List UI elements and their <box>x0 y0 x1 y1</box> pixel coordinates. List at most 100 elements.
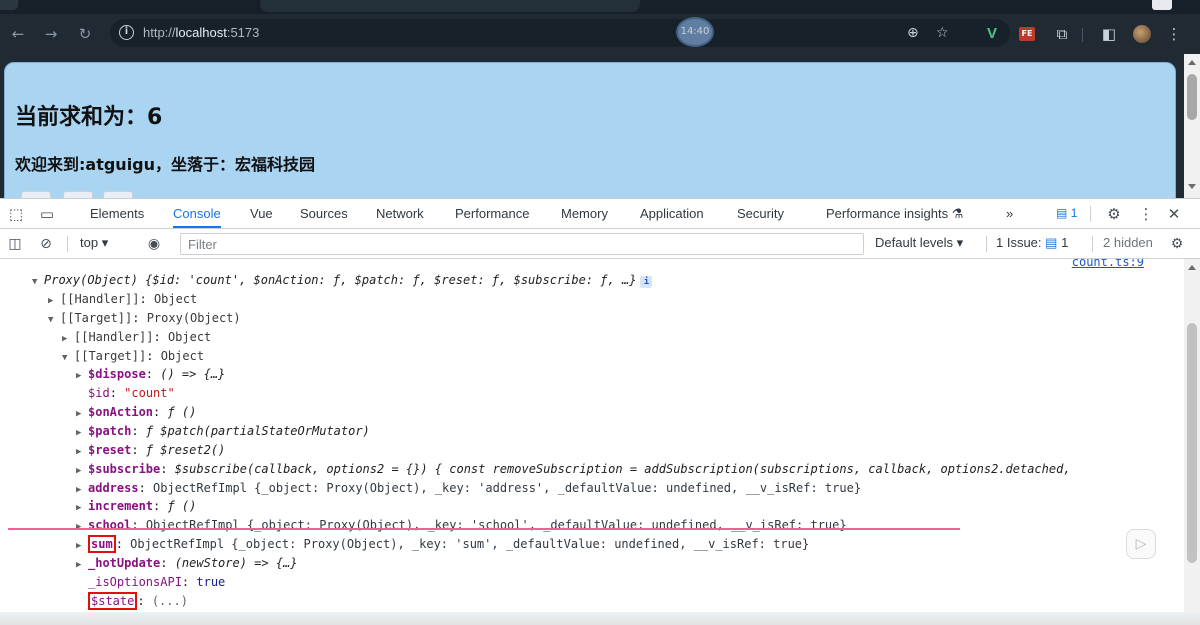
property-value: (newStore) => {…} <box>174 555 298 570</box>
tab-strip <box>0 0 1200 14</box>
context-selector[interactable]: top ▾ <box>80 235 108 251</box>
device-toolbar-icon[interactable]: ▭ <box>37 204 57 224</box>
screen: ← → ↻ i http://localhost:5173 ⊕ ☆ 14:40 … <box>0 0 1200 625</box>
tree-row[interactable]: ▶ _hotUpdate: (newStore) => {…} <box>76 554 298 572</box>
expand-triangle-icon[interactable]: ▶ <box>76 443 88 461</box>
bookmark-star-icon[interactable]: ☆ <box>936 25 949 41</box>
tree-row[interactable]: ▶ $onAction: ƒ () <box>76 403 196 421</box>
expand-triangle-icon[interactable]: ▶ <box>76 481 88 499</box>
issue-icon: ▤ <box>1045 235 1058 250</box>
browser-menu-icon[interactable]: ⋮ <box>1164 25 1184 43</box>
tab-memory[interactable]: Memory <box>561 199 608 228</box>
message-icon: ▤ <box>1056 206 1068 220</box>
expand-triangle-icon[interactable]: ▶ <box>76 537 88 555</box>
close-icon[interactable]: ✕ <box>1164 204 1184 224</box>
forward-icon[interactable]: → <box>41 24 61 44</box>
tree-row[interactable]: ▶ $patch: ƒ $patch(partialStateOrMutator) <box>76 422 370 440</box>
expand-triangle-icon[interactable]: ▶ <box>76 405 88 423</box>
source-link[interactable]: count.ts:9 <box>1072 259 1144 269</box>
window-menu-icon[interactable] <box>1152 0 1172 10</box>
property-separator: : <box>153 499 168 514</box>
property-key: _hotUpdate <box>88 555 161 570</box>
profile-avatar[interactable] <box>1133 25 1151 43</box>
active-tab[interactable] <box>260 0 640 12</box>
toolbar-divider <box>1082 28 1083 42</box>
video-play-icon[interactable]: ▷ <box>1126 529 1156 559</box>
tab-performance-insights[interactable]: Performance insights ⚗ <box>826 199 963 228</box>
tree-row[interactable]: ▶ [[Handler]]: Object <box>48 290 197 308</box>
tree-row[interactable]: $id: "count" <box>76 384 175 402</box>
side-panel-icon[interactable]: ◧ <box>1099 25 1119 43</box>
more-tabs-icon[interactable]: » <box>1006 199 1013 228</box>
console-settings-gear-icon[interactable]: ⚙ <box>1168 235 1186 253</box>
tab-performance[interactable]: Performance <box>455 199 529 228</box>
console-output[interactable]: count.ts:9 ▼ Proxy(Object) {$id: 'count',… <box>0 259 1184 625</box>
tree-row[interactable]: ▶ $reset: ƒ $reset2() <box>76 441 225 459</box>
scroll-up-arrow[interactable] <box>1188 265 1196 270</box>
tab-security[interactable]: Security <box>737 199 784 228</box>
tree-row[interactable]: $state: (...) <box>76 591 188 610</box>
chevron-down-icon: ▾ <box>101 235 109 250</box>
expand-triangle-icon[interactable]: ▶ <box>76 556 88 574</box>
log-levels-dropdown[interactable]: Default levels ▾ <box>875 235 963 251</box>
tab-search-button[interactable] <box>0 0 18 10</box>
vue-devtools-extension-icon[interactable]: V <box>982 25 1002 43</box>
inspect-element-icon[interactable]: ⬚ <box>6 204 26 224</box>
property-value: ObjectRefImpl {_object: Proxy(Object), _… <box>145 518 847 533</box>
tab-application[interactable]: Application <box>640 199 704 228</box>
tree-row[interactable]: ▶ $subscribe: $subscribe(callback, option… <box>76 460 1071 478</box>
property-key: sum <box>88 535 116 554</box>
messages-badge[interactable]: ▤ 1 <box>1056 206 1077 220</box>
expand-triangle-icon[interactable]: ▶ <box>62 330 74 348</box>
expand-triangle-icon[interactable]: ▶ <box>76 499 88 517</box>
expand-triangle-icon[interactable]: ▶ <box>76 424 88 442</box>
hidden-messages-count: 2 hidden <box>1103 235 1153 250</box>
sidebar-toggle-icon[interactable]: ◫ <box>6 235 24 253</box>
reload-icon[interactable]: ↻ <box>75 24 95 44</box>
collapse-triangle-icon[interactable]: ▼ <box>62 349 74 367</box>
expand-triangle-icon[interactable]: ▶ <box>76 367 88 385</box>
tab-sources[interactable]: Sources <box>300 199 348 228</box>
url-text[interactable]: http://localhost:5173 <box>143 25 259 40</box>
zoom-icon[interactable]: ⊕ <box>907 25 919 41</box>
scroll-down-arrow[interactable] <box>1188 184 1196 189</box>
tab-vue[interactable]: Vue <box>250 199 273 228</box>
expand-triangle-icon[interactable]: ▶ <box>76 462 88 480</box>
site-info-icon[interactable]: i <box>119 25 134 40</box>
tree-row[interactable]: ▶ $dispose: () => {…} <box>76 365 225 383</box>
back-icon[interactable]: ← <box>8 24 28 44</box>
scroll-thumb[interactable] <box>1187 323 1197 563</box>
extensions-puzzle-icon[interactable]: ⧉ <box>1052 25 1072 43</box>
tree-row[interactable]: ▶ [[Handler]]: Object <box>62 328 211 346</box>
chevron-down-icon: ▾ <box>956 235 964 250</box>
tree-row[interactable]: ▶ address: ObjectRefImpl {_object: Proxy(… <box>76 479 861 497</box>
tab-network[interactable]: Network <box>376 199 424 228</box>
tree-row[interactable]: ▼ [[Target]]: Object <box>62 347 204 365</box>
clear-console-icon[interactable]: ⊘ <box>37 235 55 253</box>
issues-counter[interactable]: 1 Issue: ▤ 1 <box>996 235 1068 251</box>
kebab-menu-icon[interactable]: ⋮ <box>1136 204 1156 224</box>
page-scrollbar[interactable] <box>1184 54 1200 198</box>
tab-elements[interactable]: Elements <box>90 199 144 228</box>
scroll-up-arrow[interactable] <box>1188 60 1196 65</box>
console-log-entry[interactable]: ▼ Proxy(Object) {$id: 'count', $onAction:… <box>32 271 653 291</box>
address-bar[interactable]: i http://localhost:5173 ⊕ ☆ <box>110 19 1010 47</box>
expand-triangle-icon[interactable]: ▼ <box>32 273 44 291</box>
console-scrollbar[interactable] <box>1184 259 1200 625</box>
fehelper-extension-icon[interactable]: FE <box>1019 27 1035 41</box>
tree-row[interactable]: ▼ [[Target]]: Proxy(Object) <box>48 309 241 327</box>
tree-row[interactable]: ▶school: ObjectRefImpl {_object: Proxy(O… <box>76 516 847 534</box>
property-key: $onAction <box>88 405 154 420</box>
tree-row[interactable]: ▶ sum: ObjectRefImpl {_object: Proxy(Obje… <box>76 535 809 555</box>
scroll-thumb[interactable] <box>1187 74 1197 120</box>
info-icon[interactable]: i <box>640 276 653 288</box>
tree-row[interactable]: ▶ increment: ƒ () <box>76 497 196 515</box>
live-expression-eye-icon[interactable]: ◉ <box>145 235 163 253</box>
tab-console[interactable]: Console <box>173 199 221 228</box>
settings-gear-icon[interactable]: ⚙ <box>1104 204 1124 224</box>
collapse-triangle-icon[interactable]: ▼ <box>48 311 60 329</box>
expand-triangle-icon[interactable]: ▶ <box>48 292 60 310</box>
flask-icon: ⚗ <box>951 206 964 221</box>
filter-input[interactable] <box>180 233 864 255</box>
tree-row[interactable]: _isOptionsAPI: true <box>76 573 225 591</box>
